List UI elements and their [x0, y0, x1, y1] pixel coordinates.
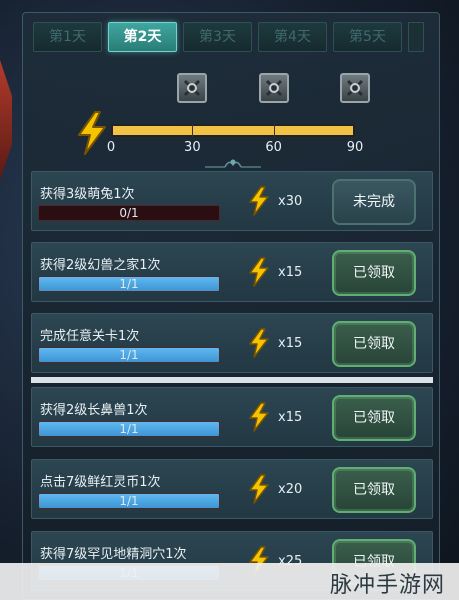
- task-row: 获得2级幻兽之家1次 1/1 x15 已领取: [31, 242, 433, 302]
- tab-day-2[interactable]: 第2天: [108, 22, 177, 52]
- energy-bolt-icon: [249, 257, 269, 287]
- energy-bolt-icon: [249, 402, 269, 432]
- claimed-button[interactable]: 已领取: [332, 395, 416, 441]
- tab-day-5[interactable]: 第5天: [333, 22, 402, 52]
- reward-count: x15: [278, 336, 303, 351]
- progress-tick-mark: [273, 124, 275, 137]
- task-name: 获得2级长鼻兽1次: [40, 403, 148, 418]
- progress-tick-label: 0: [106, 140, 116, 155]
- locked-chest-icon[interactable]: [340, 73, 370, 103]
- energy-bolt-icon: [249, 186, 269, 216]
- tab-overflow-stub: [408, 22, 424, 52]
- task-progress-bar: 1/1: [38, 276, 220, 292]
- watermark-banner: 脉冲手游网: [0, 563, 459, 600]
- reward-count: x15: [278, 265, 303, 280]
- energy-bolt-icon: [78, 111, 106, 155]
- task-progress-bar: 1/1: [38, 493, 220, 509]
- tab-day-4[interactable]: 第4天: [258, 22, 327, 52]
- energy-bolt-icon: [249, 328, 269, 358]
- reward-count: x15: [278, 410, 303, 425]
- task-progress-text: 1/1: [119, 348, 139, 362]
- tab-day-3[interactable]: 第3天: [183, 22, 252, 52]
- reward-count: x20: [278, 482, 303, 497]
- task-name: 获得2级幻兽之家1次: [40, 258, 161, 273]
- locked-chest-icon[interactable]: [258, 73, 289, 103]
- task-progress-text: 1/1: [119, 277, 139, 291]
- claimed-button[interactable]: 已领取: [332, 321, 416, 367]
- watermark-text: 脉冲手游网: [329, 573, 445, 598]
- task-progress-bar: 1/1: [38, 347, 220, 363]
- incomplete-button[interactable]: 未完成: [332, 179, 416, 225]
- task-progress-bar: 0/1: [38, 205, 220, 221]
- energy-bolt-icon: [249, 474, 269, 504]
- task-progress-text: 1/1: [119, 494, 139, 508]
- task-name: 获得7级罕见地精洞穴1次: [40, 547, 187, 562]
- task-progress-text: 1/1: [119, 422, 139, 436]
- tab-day-1[interactable]: 第1天: [33, 22, 102, 52]
- task-row: 获得3级萌兔1次 0/1 x30 未完成: [31, 171, 433, 231]
- task-progress-bar: 1/1: [38, 421, 220, 437]
- background-flag-decoration: [0, 60, 12, 180]
- activity-progress: 0 30 60 90: [23, 73, 439, 168]
- claimed-button[interactable]: 已领取: [332, 250, 416, 296]
- list-divider: [31, 377, 433, 383]
- task-row: 点击7级鲜红灵币1次 1/1 x20 已领取: [31, 459, 433, 519]
- divider-ornament-icon: [205, 159, 261, 168]
- claimed-button[interactable]: 已领取: [332, 467, 416, 513]
- progress-tick-label: 90: [346, 140, 364, 155]
- task-name: 点击7级鲜红灵币1次: [40, 475, 161, 490]
- task-name: 获得3级萌兔1次: [40, 187, 135, 202]
- task-progress-text: 0/1: [119, 206, 139, 220]
- day-tabs: 第1天 第2天 第3天 第4天 第5天: [33, 22, 424, 52]
- progress-tick-label: 60: [265, 140, 282, 155]
- reward-count: x30: [278, 194, 303, 209]
- task-name: 完成任意关卡1次: [40, 329, 140, 344]
- progress-tick-label: 30: [184, 140, 201, 155]
- task-row: 完成任意关卡1次 1/1 x15 已领取: [31, 313, 433, 373]
- progress-tick-mark: [192, 124, 194, 137]
- activity-progress-bar: [111, 124, 355, 137]
- task-row: 获得2级长鼻兽1次 1/1 x15 已领取: [31, 387, 433, 447]
- daily-task-panel: 第1天 第2天 第3天 第4天 第5天 0 30 60 90 获得3级萌兔1次 0/1 x…: [22, 12, 440, 600]
- locked-chest-icon[interactable]: [177, 73, 208, 103]
